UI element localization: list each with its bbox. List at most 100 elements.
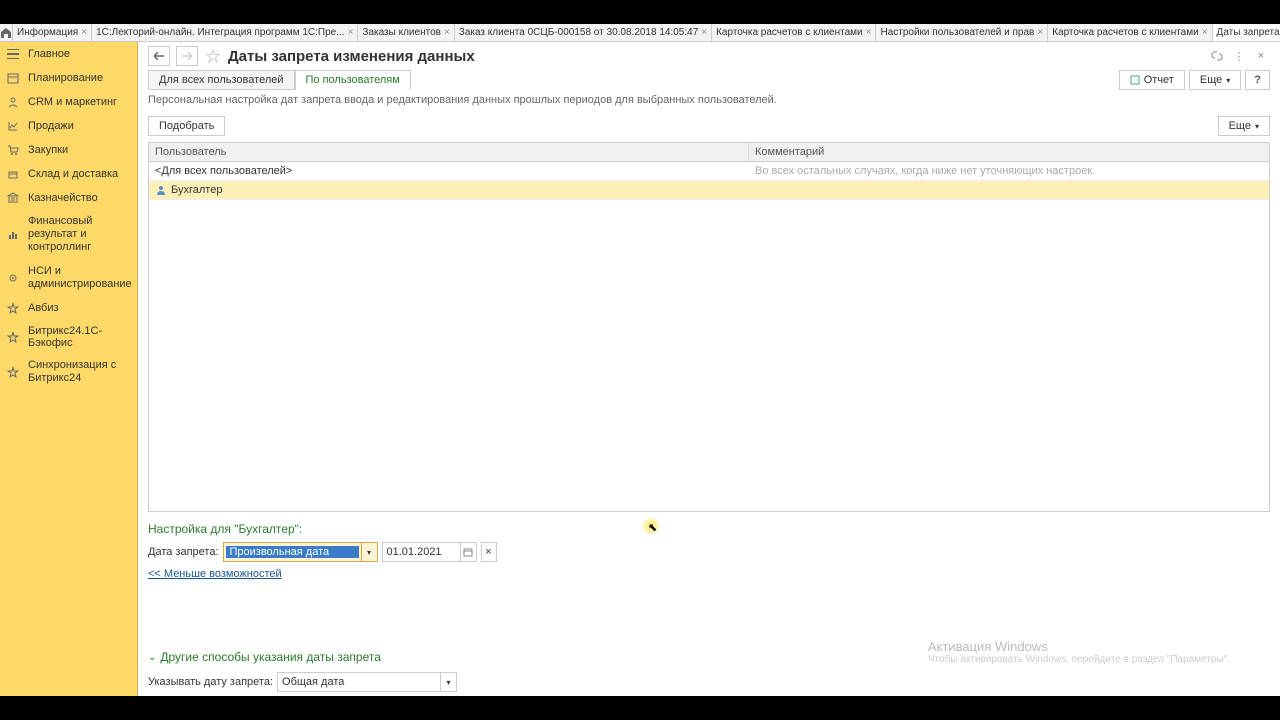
favorite-button[interactable] (204, 47, 222, 65)
select-value: Общая дата (278, 676, 440, 688)
tab-label: Карточка расчетов с клиентами (716, 27, 863, 38)
sub-tab-all-users[interactable]: Для всех пользователей (148, 70, 295, 90)
tab-orders[interactable]: Заказы клиентов× (358, 24, 454, 42)
content-area: Даты запрета изменения данных ⋮ × Для вс… (138, 42, 1280, 696)
tab-label: Карточка расчетов с клиентами (1052, 27, 1199, 38)
toolbar: Подобрать Еще ▾ (138, 116, 1280, 142)
users-table[interactable]: Пользователь Комментарий <Для всех польз… (148, 142, 1270, 512)
report-label: Отчет (1144, 74, 1174, 86)
sub-tab-by-users[interactable]: По пользователям (295, 70, 411, 90)
close-icon[interactable]: × (866, 27, 872, 38)
close-icon[interactable]: × (1037, 27, 1043, 38)
sidebar-item-main[interactable]: Главное (0, 42, 137, 66)
arrow-left-icon (154, 52, 164, 60)
bank-icon (6, 191, 20, 205)
date-form-row: Дата запрета: Произвольная дата ▾ 01.01.… (148, 542, 1270, 562)
column-header-comment[interactable]: Комментарий (749, 143, 1269, 161)
close-icon[interactable]: × (444, 27, 450, 38)
box-icon (6, 167, 20, 181)
tab-order[interactable]: Заказ клиента 0СЦБ-000158 от 30.08.2018 … (455, 24, 712, 42)
star-icon (6, 330, 20, 344)
date-value: 01.01.2021 (383, 546, 460, 558)
tab-lectory[interactable]: 1С:Лекторий-онлайн. Интеграция программ … (92, 24, 358, 42)
close-icon[interactable]: × (1202, 27, 1208, 38)
forward-button[interactable] (176, 46, 198, 66)
chevron-down-icon[interactable]: ▾ (361, 543, 377, 561)
link-button[interactable] (1208, 47, 1226, 65)
star-icon (206, 49, 220, 63)
sidebar-item-sales[interactable]: Продажи (0, 114, 137, 138)
cell-user: <Для всех пользователей> (149, 163, 749, 179)
sub-tabs-bar: Для всех пользователей По пользователям … (138, 70, 1280, 90)
close-button[interactable]: × (1252, 47, 1270, 65)
settings-section: Настройка для "Бухгалтер": Дата запрета:… (138, 512, 1280, 590)
more-label: Еще (1200, 74, 1222, 86)
more-label: Еще (1229, 120, 1251, 132)
sidebar-item-warehouse[interactable]: Склад и доставка (0, 162, 137, 186)
tab-card1[interactable]: Карточка расчетов с клиентами× (712, 24, 876, 42)
cell-user: Бухгалтер (149, 182, 749, 198)
chart-icon (6, 228, 20, 242)
back-button[interactable] (148, 46, 170, 66)
chevron-down-icon: ▾ (1226, 76, 1230, 85)
date-type-select[interactable]: Произвольная дата ▾ (223, 542, 378, 562)
chevron-down-icon: ⌄ (148, 652, 156, 663)
table-row[interactable]: Бухгалтер (149, 181, 1269, 200)
tabs-bar: Информация× 1С:Лекторий-онлайн. Интеграц… (0, 24, 1280, 42)
sidebar-item-label: CRM и маркетинг (28, 96, 117, 108)
more-button[interactable]: Еще ▾ (1189, 70, 1241, 90)
sidebar: Главное Планирование CRM и маркетинг Про… (0, 42, 138, 696)
tab-card2[interactable]: Карточка расчетов с клиентами× (1048, 24, 1212, 42)
close-icon[interactable]: × (81, 27, 87, 38)
tab-settings[interactable]: Настройки пользователей и прав× (876, 24, 1048, 42)
less-options-link[interactable]: << Меньше возможностей (148, 568, 1270, 580)
specify-date-select[interactable]: Общая дата ▾ (277, 672, 457, 692)
column-header-user[interactable]: Пользователь (149, 143, 749, 161)
specify-date-label: Указывать дату запрета: (148, 676, 273, 688)
activation-watermark: Активация Windows Чтобы активировать Win… (928, 639, 1230, 665)
tab-label: Настройки пользователей и прав (880, 27, 1034, 38)
top-blackbar (0, 0, 1280, 24)
help-button[interactable]: ? (1245, 70, 1270, 90)
sidebar-item-planning[interactable]: Планирование (0, 66, 137, 90)
report-button[interactable]: Отчет (1119, 70, 1185, 90)
clear-date-button[interactable]: × (481, 542, 497, 562)
sidebar-item-label: Финансовый результат и контроллинг (28, 215, 131, 255)
sidebar-item-label: Казначейство (28, 192, 98, 204)
page-header: Даты запрета изменения данных ⋮ × (138, 42, 1280, 70)
sidebar-item-bitrix-backoffice[interactable]: Битрикс24.1С-Бэкофис (0, 320, 137, 354)
star-icon (6, 301, 20, 315)
calendar-icon (6, 71, 20, 85)
close-icon[interactable]: × (701, 27, 707, 38)
sidebar-item-label: Склад и доставка (28, 168, 118, 180)
sidebar-item-crm[interactable]: CRM и маркетинг (0, 90, 137, 114)
more-button-toolbar[interactable]: Еще ▾ (1218, 116, 1270, 136)
document-icon (1130, 75, 1140, 85)
handshake-icon (6, 95, 20, 109)
chevron-down-icon[interactable]: ▾ (440, 673, 456, 691)
home-tab[interactable] (0, 24, 13, 42)
date-input[interactable]: 01.01.2021 (382, 542, 477, 562)
sidebar-item-bitrix-sync[interactable]: Синхронизация с Битрикс24 (0, 354, 137, 390)
close-icon[interactable]: × (348, 27, 354, 38)
arrow-right-icon (182, 52, 192, 60)
page-title: Даты запрета изменения данных (228, 48, 475, 65)
menu-button[interactable]: ⋮ (1230, 47, 1248, 65)
star-icon (6, 365, 20, 379)
select-button[interactable]: Подобрать (148, 116, 225, 136)
sidebar-item-finance[interactable]: Финансовый результат и контроллинг (0, 210, 137, 260)
sidebar-item-avbiz[interactable]: Авбиз (0, 296, 137, 320)
tab-label: Даты запрета изменения данных (1217, 27, 1280, 38)
date-label: Дата запрета: (148, 546, 219, 558)
sidebar-item-treasury[interactable]: Казначейство (0, 186, 137, 210)
calendar-icon[interactable] (460, 543, 476, 561)
chevron-down-icon: ▾ (1255, 122, 1259, 131)
sidebar-item-purchases[interactable]: Закупки (0, 138, 137, 162)
sidebar-item-label: Планирование (28, 72, 103, 84)
user-icon (155, 184, 167, 196)
tab-dates[interactable]: Даты запрета изменения данных× (1213, 24, 1280, 42)
table-row[interactable]: <Для всех пользователей> Во всех остальн… (149, 162, 1269, 181)
sidebar-item-label: НСИ и администрирование (28, 265, 132, 291)
tab-info[interactable]: Информация× (13, 24, 92, 42)
sidebar-item-nsi[interactable]: НСИ и администрирование (0, 260, 137, 296)
